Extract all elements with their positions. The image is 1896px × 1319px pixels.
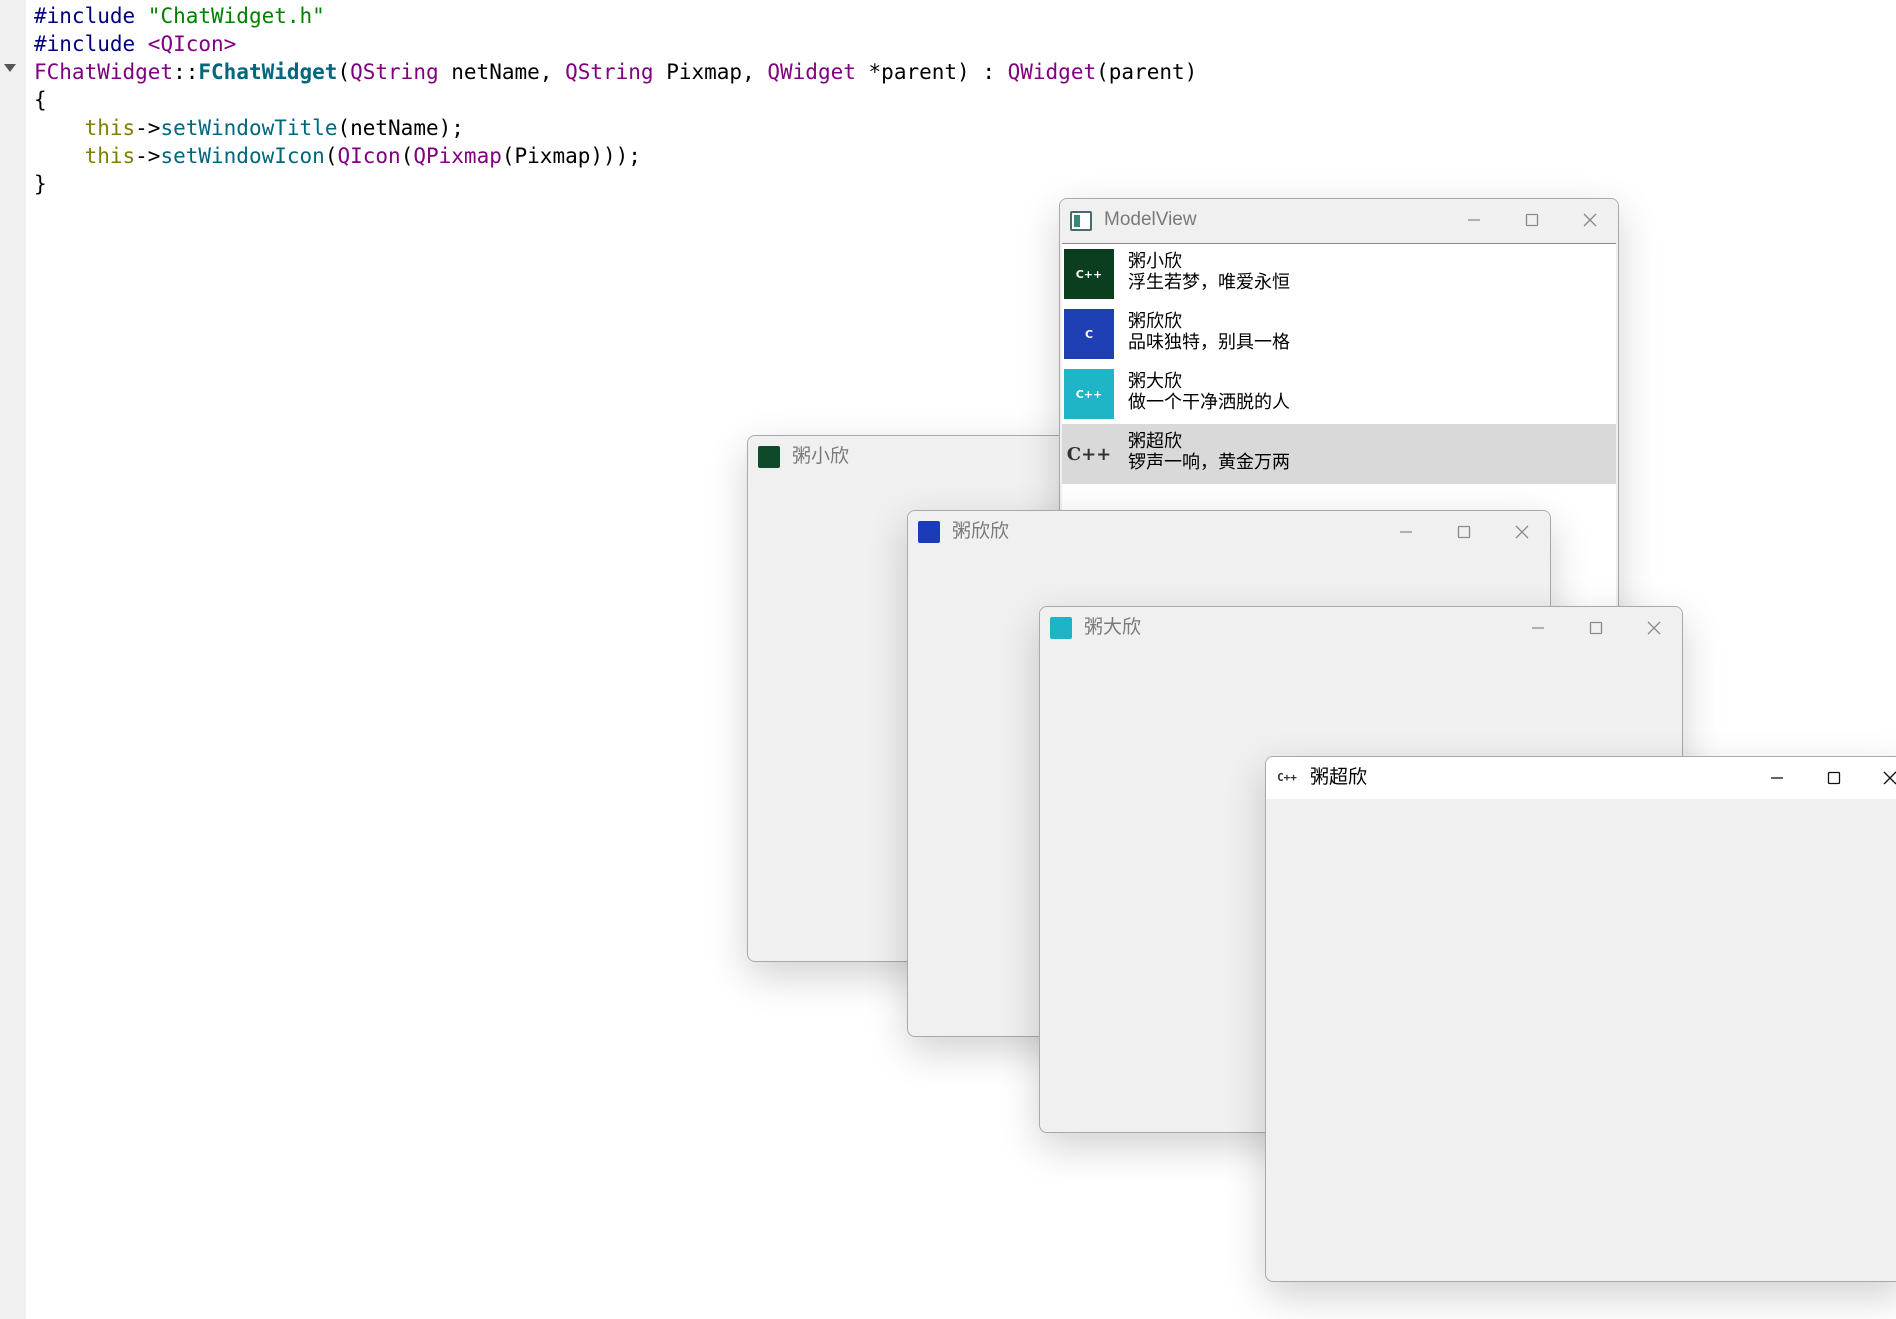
editor-gutter [0, 0, 26, 1319]
contact-name: 粥欣欣 [1128, 311, 1182, 332]
close-icon [1883, 771, 1896, 785]
window-title: 粥小欣 [792, 446, 850, 467]
window-app-icon: C++ [1277, 771, 1297, 784]
code-token: <QIcon> [147, 32, 237, 56]
code-line[interactable]: this->setWindowIcon(QIcon(QPixmap(Pixmap… [34, 142, 1197, 170]
window-app-icon [1070, 211, 1092, 231]
close-button[interactable] [1862, 757, 1896, 799]
minimize-icon [1532, 627, 1544, 629]
code-token: (Pixmap))); [501, 144, 641, 168]
minimize-button[interactable] [1510, 607, 1566, 649]
minimize-icon [1400, 531, 1412, 533]
avatar: C++ [1064, 429, 1114, 479]
code-token: ( [400, 144, 414, 168]
minimize-icon [1771, 777, 1783, 779]
close-button[interactable] [1562, 199, 1618, 241]
code-token: -> [135, 116, 161, 140]
contact-name: 粥小欣 [1128, 251, 1182, 272]
code-line[interactable]: #include "ChatWidget.h" [34, 2, 1197, 30]
code-token: QPixmap [413, 144, 502, 168]
minimize-button[interactable] [1378, 511, 1434, 553]
maximize-button[interactable] [1504, 199, 1560, 241]
code-editor[interactable]: #include "ChatWidget.h" #include <QIcon> F… [34, 2, 1197, 198]
code-token: :: [173, 60, 199, 84]
code-line[interactable]: { [34, 86, 1197, 114]
code-token: setWindowIcon [160, 144, 325, 168]
maximize-button[interactable] [1568, 607, 1624, 649]
code-token: (parent) [1096, 60, 1198, 84]
code-line[interactable]: this->setWindowTitle(netName); [34, 114, 1197, 142]
code-token: QString [350, 60, 439, 84]
window-chao[interactable]: C++ 粥超欣 [1265, 756, 1896, 1282]
code-token: this [84, 144, 136, 168]
code-token: *parent) : [855, 60, 1008, 84]
window-title: 粥大欣 [1084, 617, 1142, 638]
list-item[interactable]: C++ 粥大欣 做一个干净洒脱的人 [1062, 364, 1616, 424]
close-button[interactable] [1494, 511, 1550, 553]
list-item[interactable]: C 粥欣欣 品味独特，别具一格 [1062, 304, 1616, 364]
code-token: { [34, 88, 47, 112]
code-token: } [34, 172, 47, 196]
window-titlebar[interactable]: 粥大欣 [1040, 607, 1682, 649]
window-title: ModelView [1104, 209, 1197, 230]
code-token: (netName); [337, 116, 464, 140]
minimize-button[interactable] [1749, 757, 1805, 799]
code-line[interactable]: #include <QIcon> [34, 30, 1197, 58]
maximize-button[interactable] [1436, 511, 1492, 553]
code-token: ( [337, 60, 351, 84]
window-title: 粥欣欣 [952, 521, 1010, 542]
code-token: QIcon [337, 144, 401, 168]
code-token: Pixmap, [653, 60, 768, 84]
code-token: ( [324, 144, 338, 168]
contact-signature: 品味独特，别具一格 [1128, 332, 1290, 353]
code-token: QWidget [1007, 60, 1097, 84]
code-line[interactable]: FChatWidget::FChatWidget(QString netName… [34, 58, 1197, 86]
window-titlebar[interactable]: C++ 粥超欣 [1266, 757, 1896, 799]
code-token: #include [34, 32, 148, 56]
maximize-icon [1827, 771, 1841, 785]
avatar: C++ [1064, 369, 1114, 419]
contact-name: 粥超欣 [1128, 431, 1182, 452]
close-icon [1515, 525, 1529, 539]
maximize-icon [1525, 213, 1539, 227]
list-item[interactable]: C++ 粥小欣 浮生若梦，唯爱永恒 [1062, 244, 1616, 304]
close-button[interactable] [1626, 607, 1682, 649]
contact-signature: 锣声一响，黄金万两 [1128, 452, 1290, 473]
contact-signature: 做一个干净洒脱的人 [1128, 392, 1290, 413]
avatar: C++ [1064, 249, 1114, 299]
maximize-button[interactable] [1806, 757, 1862, 799]
code-token: "ChatWidget.h" [147, 4, 325, 28]
avatar: C [1064, 309, 1114, 359]
contact-signature: 浮生若梦，唯爱永恒 [1128, 272, 1290, 293]
minimize-icon [1468, 219, 1480, 221]
close-icon [1583, 213, 1597, 227]
code-token: netName, [438, 60, 566, 84]
code-line[interactable]: } [34, 170, 1197, 198]
code-token: -> [135, 144, 161, 168]
contact-name: 粥大欣 [1128, 371, 1182, 392]
fold-toggle-icon[interactable] [4, 64, 16, 72]
code-token: QWidget [767, 60, 856, 84]
code-token: setWindowTitle [160, 116, 338, 140]
code-token: #include [34, 4, 148, 28]
window-app-icon [918, 521, 940, 543]
window-app-icon [758, 446, 780, 468]
window-titlebar[interactable]: ModelView [1060, 199, 1618, 241]
window-title: 粥超欣 [1310, 767, 1368, 788]
window-app-icon [1050, 617, 1072, 639]
minimize-button[interactable] [1446, 199, 1502, 241]
code-token: FChatWidget [198, 60, 338, 84]
code-token: FChatWidget [34, 60, 174, 84]
maximize-icon [1589, 621, 1603, 635]
close-icon [1647, 621, 1661, 635]
code-token: QString [565, 60, 654, 84]
window-titlebar[interactable]: 粥欣欣 [908, 511, 1550, 553]
list-item[interactable]: C++ 粥超欣 锣声一响，黄金万两 [1062, 424, 1616, 484]
maximize-icon [1457, 525, 1471, 539]
code-token: this [84, 116, 136, 140]
